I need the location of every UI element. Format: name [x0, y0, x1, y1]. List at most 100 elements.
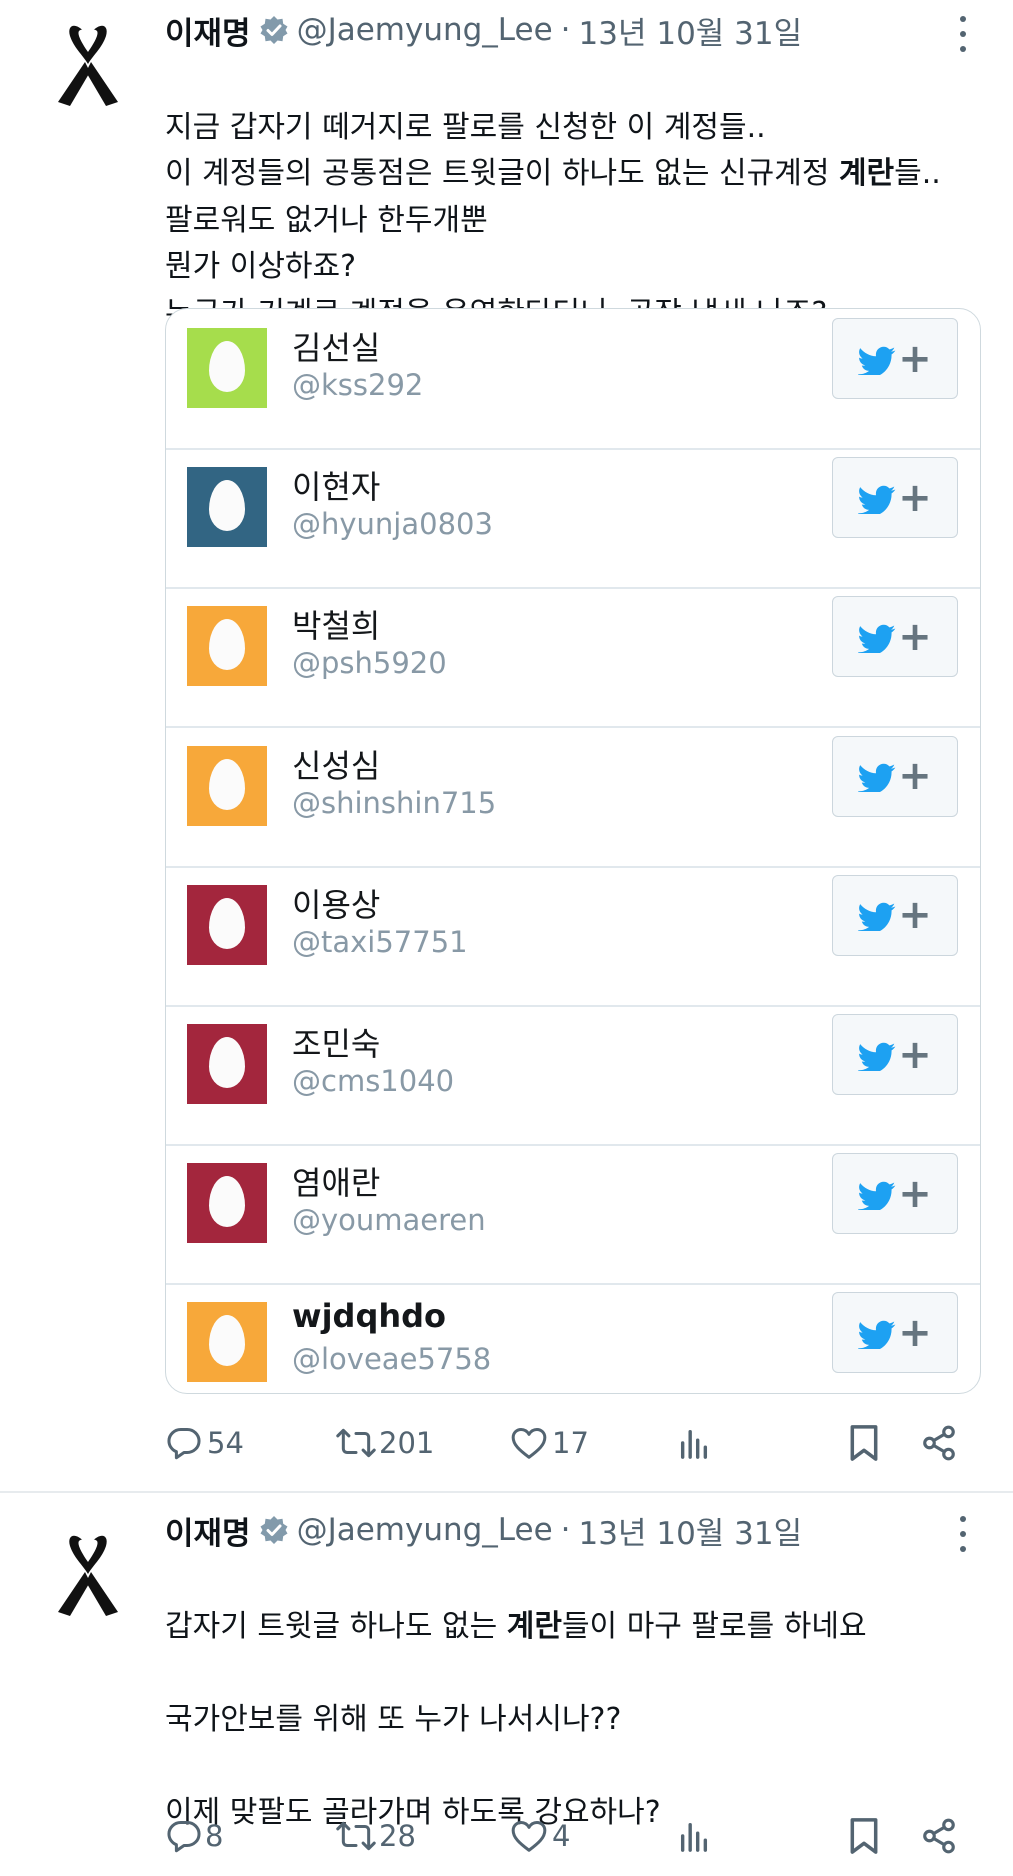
- tweet-1[interactable]: 이재명 @Jaemyung_Lee · 13년 10월 31일 지금 갑자기 떼…: [0, 0, 1013, 1491]
- account-row[interactable]: 박철희 @psh5920 +: [166, 587, 980, 729]
- egg-avatar[interactable]: [187, 1024, 267, 1104]
- like-count: 17: [552, 1426, 589, 1460]
- plus-icon: +: [898, 753, 932, 800]
- views-button[interactable]: [677, 1814, 711, 1858]
- account-row[interactable]: 신성심 @shinshin715 +: [166, 727, 980, 868]
- views-button[interactable]: [677, 1421, 711, 1465]
- egg-icon: [209, 480, 245, 532]
- follow-button[interactable]: +: [832, 318, 958, 399]
- egg-avatar[interactable]: [187, 328, 267, 408]
- tweet-actions: 8 28 4: [165, 1814, 965, 1858]
- egg-icon: [209, 897, 245, 949]
- account-handle[interactable]: @kss292: [292, 368, 423, 402]
- follow-button[interactable]: +: [832, 735, 958, 817]
- account-name[interactable]: 조민숙: [292, 1019, 380, 1065]
- separator: ·: [560, 1512, 571, 1548]
- like-count: 4: [552, 1819, 571, 1853]
- egg-icon: [209, 1176, 245, 1228]
- retweet-count: 201: [379, 1426, 435, 1460]
- more-options-icon[interactable]: [957, 1516, 969, 1552]
- plus-icon: +: [898, 1031, 932, 1078]
- follow-button[interactable]: +: [832, 596, 958, 678]
- author-handle[interactable]: @Jaemyung_Lee: [297, 12, 553, 48]
- egg-icon: [209, 758, 245, 810]
- share-button[interactable]: [920, 1814, 958, 1858]
- share-icon: [923, 1818, 955, 1854]
- reply-count: 54: [207, 1426, 244, 1460]
- account-row[interactable]: 염애란 @youmaeren +: [166, 1144, 980, 1286]
- tweet-actions: 54 201 17: [165, 1421, 965, 1465]
- bookmark-button[interactable]: [847, 1421, 881, 1465]
- account-name[interactable]: 김선실: [292, 323, 380, 369]
- who-to-follow-card: 김선실 @kss292 + 이현자 @hyunja0803 + 박철희 @psh5920 + 신성…: [165, 308, 981, 1394]
- retweet-button[interactable]: 201: [335, 1421, 434, 1465]
- egg-icon: [209, 341, 245, 392]
- bookmark-icon: [850, 1425, 878, 1461]
- like-button[interactable]: 17: [510, 1421, 589, 1465]
- retweet-button[interactable]: 28: [335, 1814, 416, 1858]
- account-row[interactable]: 김선실 @kss292 +: [166, 309, 980, 450]
- egg-avatar[interactable]: [187, 467, 267, 548]
- tweet-2[interactable]: 이재명 @Jaemyung_Lee · 13년 10월 31일 갑자기 트윗글 …: [0, 1493, 1013, 1876]
- account-name[interactable]: 염애란: [292, 1158, 380, 1204]
- follow-button[interactable]: +: [832, 874, 958, 956]
- views-chart-icon: [680, 1822, 708, 1852]
- author-name[interactable]: 이재명: [165, 8, 251, 53]
- account-name[interactable]: 박철희: [292, 601, 380, 647]
- plus-icon: +: [898, 1309, 932, 1356]
- account-handle[interactable]: @shinshin715: [292, 786, 496, 820]
- reply-button[interactable]: 8: [165, 1814, 223, 1858]
- share-icon: [923, 1425, 955, 1461]
- like-button[interactable]: 4: [510, 1814, 570, 1858]
- verified-badge-icon: [260, 1516, 288, 1544]
- account-handle[interactable]: @loveae5758: [292, 1342, 491, 1376]
- twitter-bird-icon: [858, 485, 896, 514]
- account-handle[interactable]: @hyunja0803: [292, 507, 493, 541]
- follow-button[interactable]: +: [832, 457, 958, 539]
- share-button[interactable]: [920, 1421, 958, 1465]
- tweet-date[interactable]: 13년 10월 31일: [579, 1508, 803, 1553]
- egg-avatar[interactable]: [187, 1163, 267, 1244]
- retweet-icon: [336, 1428, 376, 1458]
- account-name[interactable]: 이현자: [292, 462, 380, 508]
- author-name[interactable]: 이재명: [165, 1508, 251, 1553]
- more-options-icon[interactable]: [957, 16, 969, 52]
- account-name[interactable]: 신성심: [292, 741, 380, 787]
- follow-button[interactable]: +: [832, 1292, 958, 1374]
- twitter-bird-icon: [858, 1320, 896, 1349]
- account-handle[interactable]: @youmaeren: [292, 1203, 486, 1237]
- account-row[interactable]: wjdqhdo @loveae5758 +: [166, 1283, 980, 1393]
- black-ribbon-icon[interactable]: [52, 14, 124, 110]
- reply-count: 8: [205, 1819, 224, 1853]
- reply-button[interactable]: 54: [165, 1421, 244, 1465]
- bookmark-button[interactable]: [847, 1814, 881, 1858]
- reply-icon: [167, 1428, 201, 1460]
- twitter-bird-icon: [858, 346, 896, 375]
- tweet-text: 지금 갑자기 떼거지로 팔로를 신청한 이 계정들.. 이 계정들의 공통점은 …: [165, 109, 941, 331]
- black-ribbon-icon[interactable]: [52, 1524, 124, 1620]
- account-row[interactable]: 조민숙 @cms1040 +: [166, 1005, 980, 1146]
- reply-icon: [167, 1821, 201, 1853]
- heart-icon: [511, 1428, 547, 1459]
- account-row[interactable]: 이현자 @hyunja0803 +: [166, 448, 980, 590]
- account-name[interactable]: wjdqhdo: [292, 1297, 446, 1335]
- twitter-bird-icon: [858, 903, 896, 932]
- plus-icon: +: [898, 1170, 932, 1217]
- follow-button[interactable]: +: [832, 1014, 958, 1095]
- tweet-date[interactable]: 13년 10월 31일: [579, 8, 803, 53]
- retweet-count: 28: [379, 1819, 416, 1853]
- egg-avatar[interactable]: [187, 606, 267, 687]
- egg-avatar[interactable]: [187, 884, 267, 965]
- account-handle[interactable]: @psh5920: [292, 646, 447, 680]
- account-handle[interactable]: @cms1040: [292, 1064, 454, 1098]
- tweet-header: 이재명 @Jaemyung_Lee · 13년 10월 31일: [165, 1508, 803, 1553]
- account-handle[interactable]: @taxi57751: [292, 925, 468, 959]
- account-name[interactable]: 이용상: [292, 880, 380, 926]
- account-row[interactable]: 이용상 @taxi57751 +: [166, 866, 980, 1007]
- egg-avatar[interactable]: [187, 1302, 267, 1383]
- retweet-icon: [336, 1821, 376, 1851]
- follow-button[interactable]: +: [832, 1153, 958, 1235]
- author-handle[interactable]: @Jaemyung_Lee: [297, 1512, 553, 1548]
- egg-icon: [209, 1315, 245, 1367]
- egg-avatar[interactable]: [187, 745, 267, 826]
